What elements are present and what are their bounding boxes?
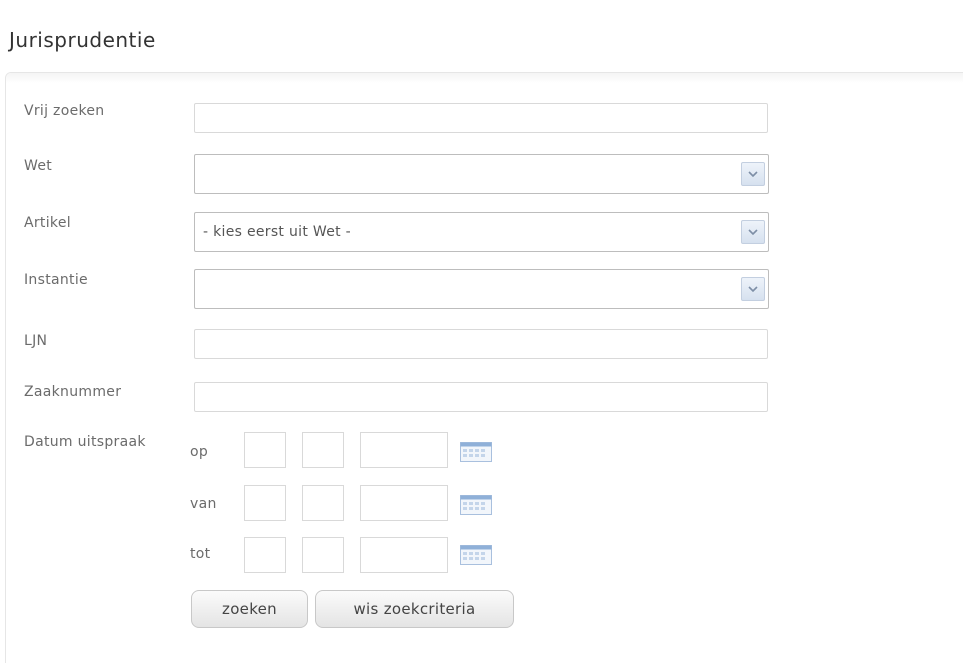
chevron-down-icon (748, 171, 758, 178)
date-to-day-input[interactable] (244, 537, 286, 573)
calendar-icon[interactable] (460, 495, 492, 515)
calendar-icon[interactable] (460, 442, 492, 462)
date-on-label: op (190, 444, 209, 460)
date-to-month-input[interactable] (302, 537, 344, 573)
date-on-month-input[interactable] (302, 432, 344, 468)
law-dropdown-button[interactable] (741, 162, 765, 186)
case-number-label: Zaaknummer (24, 384, 122, 400)
date-on-year-input[interactable] (360, 432, 448, 468)
authority-label: Instantie (24, 272, 88, 288)
calendar-icon[interactable] (460, 545, 492, 565)
date-to-year-input[interactable] (360, 537, 448, 573)
free-search-input[interactable] (194, 103, 768, 133)
ljn-input[interactable] (194, 329, 768, 359)
date-to-label: tot (190, 546, 211, 562)
article-select[interactable]: - kies eerst uit Wet - (194, 212, 769, 252)
article-label: Artikel (24, 215, 71, 231)
date-from-month-input[interactable] (302, 485, 344, 521)
date-from-year-input[interactable] (360, 485, 448, 521)
ljn-label: LJN (24, 333, 48, 349)
date-on-day-input[interactable] (244, 432, 286, 468)
date-from-label: van (190, 496, 217, 512)
panel-header-bar (6, 73, 963, 83)
article-select-value: - kies eerst uit Wet - (203, 224, 352, 240)
law-label: Wet (24, 158, 53, 174)
chevron-down-icon (748, 229, 758, 236)
page: Jurisprudentie Vrij zoeken Wet Artikel -… (0, 0, 963, 663)
case-number-input[interactable] (194, 382, 768, 412)
clear-criteria-button[interactable]: wis zoekcriteria (315, 590, 514, 628)
article-dropdown-button[interactable] (741, 220, 765, 244)
free-search-label: Vrij zoeken (24, 103, 105, 119)
chevron-down-icon (748, 286, 758, 293)
page-title: Jurisprudentie (9, 28, 156, 52)
search-button[interactable]: zoeken (191, 590, 308, 628)
law-select[interactable] (194, 154, 769, 194)
authority-dropdown-button[interactable] (741, 277, 765, 301)
ruling-date-label: Datum uitspraak (24, 434, 146, 450)
date-from-day-input[interactable] (244, 485, 286, 521)
authority-select[interactable] (194, 269, 769, 309)
